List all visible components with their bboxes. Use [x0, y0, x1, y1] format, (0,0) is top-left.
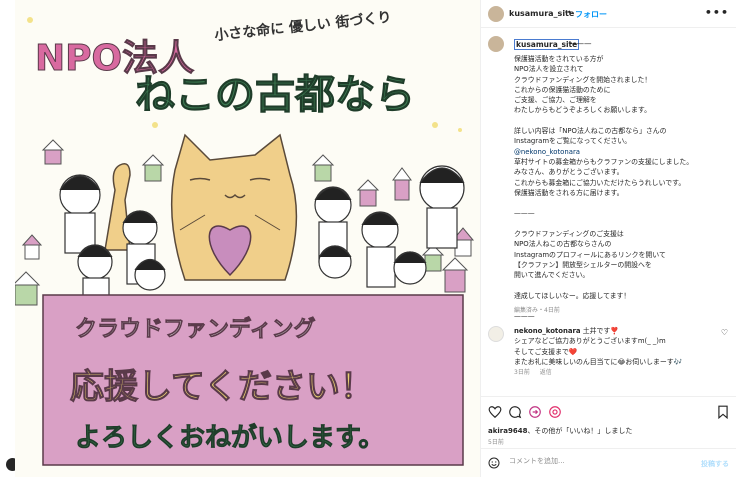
likes-user[interactable]: akira9648 [488, 427, 527, 435]
comment-item: nekono_kotonara 土井です❣️ シェアなどご協力ありがとうございま… [481, 322, 736, 376]
emoji-icon[interactable] [488, 457, 500, 469]
caption-avatar[interactable] [488, 36, 504, 52]
title-line2: ねこの古都なら [135, 72, 415, 118]
likes-summary: akira9648、その他が「いいね！」しました [488, 426, 632, 436]
caption-text: 保護猫活動をされている方が NPO法人を設立されて クラウドファンディングを開始… [514, 54, 729, 322]
comment-body: nekono_kotonara 土井です❣️ シェアなどご協力ありがとうございま… [514, 326, 714, 367]
heart-icon[interactable] [488, 405, 502, 419]
likes-suffix: 、その他が「いいね！」しました [527, 427, 633, 435]
comment-like-icon[interactable]: ♡ [721, 328, 728, 337]
caption: kusamura_site ——— 保護猫活動をされている方が NPO法人を設立… [481, 30, 736, 320]
caption-text-part1: 保護猫活動をされている方が NPO法人を設立されて クラウドファンディングを開始… [514, 55, 667, 146]
post-header: kusamura_site • フォロー ••• [481, 0, 736, 28]
comment-input[interactable] [507, 456, 691, 466]
banner-line2: 応援してください！ [70, 367, 374, 407]
commenter-username[interactable]: nekono_kotonara [514, 327, 581, 335]
post-side-panel: kusamura_site • フォロー ••• kusamura_site —… [480, 0, 736, 477]
comment-reply-button[interactable]: 返信 [540, 369, 552, 376]
caption-meta: 編集済み・4日前 [514, 307, 560, 314]
follow-button[interactable]: フォロー [575, 9, 607, 20]
author-username[interactable]: kusamura_site [509, 9, 574, 18]
commenter-avatar[interactable] [488, 326, 504, 342]
caption-mention-link[interactable]: @nekono_kotonara [514, 148, 580, 156]
banner-line3: よろしくおねがいします。 [75, 422, 384, 453]
share-icon[interactable] [528, 405, 542, 419]
illustration: NPO法人 小さな命に 優しい 街づくり ねこの古都なら クラウドファンディング… [15, 0, 480, 477]
caption-dash: ——— [569, 39, 592, 48]
more-horizontal-icon[interactable]: ••• [705, 6, 729, 19]
add-comment-bar: 投稿する [481, 448, 736, 477]
reels-share-icon[interactable] [548, 405, 562, 419]
action-bar [481, 396, 736, 426]
post-image: NPO法人 小さな命に 優しい 街づくり ねこの古都なら クラウドファンディング… [15, 0, 480, 477]
post-comment-button[interactable]: 投稿する [701, 459, 729, 469]
bookmark-icon[interactable] [716, 405, 730, 419]
banner-line1: クラウドファンディング [75, 316, 315, 342]
post-date: 5日前 [488, 439, 504, 446]
left-nav-strip [0, 0, 19, 477]
caption-text-part2: 草村サイトの募金箱からもクラファンの支援にしました。 みなさん、ありがとうござい… [514, 157, 694, 321]
comment-icon[interactable] [508, 405, 522, 419]
comment-meta: 3日前 返信 [514, 367, 560, 376]
comment-time: 3日前 [514, 369, 530, 376]
separator-dot: • [567, 8, 572, 17]
author-avatar[interactable] [488, 6, 504, 22]
